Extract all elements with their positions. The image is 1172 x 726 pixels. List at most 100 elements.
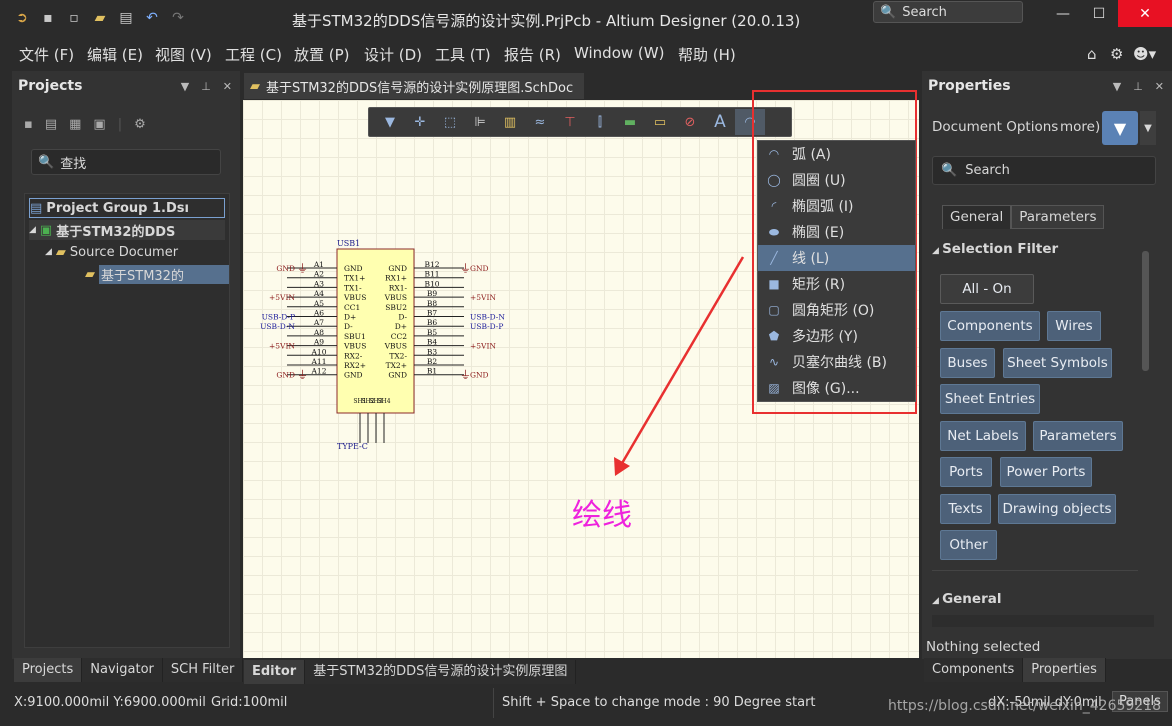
projects-search-input[interactable]: 🔍 查找 [31, 149, 221, 175]
undo-icon[interactable]: ↶ [142, 8, 162, 28]
pin-icon[interactable]: ⊥ [1133, 80, 1143, 93]
project-options-icon[interactable]: ▦ [69, 117, 81, 132]
menu-item-rectangle[interactable]: ■ 矩形 (R) [758, 271, 915, 297]
filter-other-button[interactable]: Other [940, 530, 997, 560]
tab-schematic-name[interactable]: 基于STM32的DDS信号源的设计实例原理图 [305, 660, 577, 684]
port-icon[interactable]: ▭ [645, 109, 675, 135]
menu-place[interactable]: 放置 (P) [294, 44, 350, 65]
open-project-icon[interactable]: ▤ [116, 8, 136, 28]
menu-view[interactable]: 视图 (V) [155, 44, 212, 65]
user-icon[interactable]: ☻▾ [1133, 45, 1156, 63]
filter-texts-button[interactable]: Texts [940, 494, 991, 524]
menu-item-label: 圆角矩形 (O) [792, 303, 875, 319]
filter-net-labels-button[interactable]: Net Labels [940, 421, 1026, 451]
filter-wires-button[interactable]: Wires [1047, 311, 1101, 341]
menu-item-polygon[interactable]: ⬟ 多边形 (Y) [758, 323, 915, 349]
menu-design[interactable]: 设计 (D) [364, 44, 422, 65]
open-folder-icon[interactable]: ▰ [90, 8, 110, 28]
settings-icon[interactable]: ⚙ [134, 117, 146, 132]
menu-item-round-rectangle[interactable]: ▢ 圆角矩形 (O) [758, 297, 915, 323]
menu-tools[interactable]: 工具 (T) [435, 44, 491, 65]
altium-logo-icon: ➲ [16, 10, 28, 26]
filter-ports-button[interactable]: Ports [940, 457, 992, 487]
menu-item-label: 图像 (G)... [792, 381, 860, 397]
close-button[interactable]: ✕ [1118, 0, 1172, 27]
filter-components-button[interactable]: Components [940, 311, 1040, 341]
menu-item-label: 矩形 (R) [792, 277, 846, 293]
home-icon[interactable]: ⌂ [1087, 45, 1097, 63]
filter-sheet-entries-button[interactable]: Sheet Entries [940, 384, 1040, 414]
sheet-symbol-icon[interactable]: ▬ [615, 109, 645, 135]
no-erc-icon[interactable]: ⊘ [675, 109, 705, 135]
editor-bottom-tabs: Editor 基于STM32的DDS信号源的设计实例原理图 [244, 660, 577, 684]
select-area-icon[interactable]: ⬚ [435, 109, 465, 135]
tab-projects[interactable]: Projects [14, 658, 83, 682]
tab-properties[interactable]: Properties [1023, 658, 1106, 682]
save-all-icon[interactable]: ▫ [64, 8, 84, 28]
properties-hscroll[interactable] [932, 615, 1154, 627]
bezier-icon: ∿ [768, 355, 780, 369]
menu-item-label: 圆圈 (U) [792, 173, 846, 189]
menu-item-label: 多边形 (Y) [792, 329, 858, 345]
menu-item-arc[interactable]: ◠ 弧 (A) [758, 141, 915, 167]
menu-item-ellipse[interactable]: ⬬ 椭圆 (E) [758, 219, 915, 245]
power-port-icon[interactable]: ⊤ [555, 109, 585, 135]
menu-item-bezier[interactable]: ∿ 贝塞尔曲线 (B) [758, 349, 915, 375]
redo-icon[interactable]: ↷ [168, 8, 188, 28]
menu-item-circle[interactable]: ◯ 圆圈 (U) [758, 167, 915, 193]
tab-navigator[interactable]: Navigator [82, 658, 163, 682]
gear-icon[interactable]: ⚙ [1110, 45, 1123, 63]
tab-parameters[interactable]: Parameters [1011, 205, 1105, 229]
filter-power-ports-button[interactable]: Power Ports [1000, 457, 1092, 487]
expand-icon[interactable]: ◢ [45, 247, 52, 257]
menu-edit[interactable]: 编辑 (E) [87, 44, 143, 65]
menu-project[interactable]: 工程 (C) [225, 44, 282, 65]
place-wire-icon[interactable]: ≈ [525, 109, 555, 135]
panel-close-icon[interactable]: ✕ [223, 80, 232, 93]
filter-button[interactable]: ▼ [1102, 111, 1138, 145]
tab-components[interactable]: Components [924, 658, 1024, 682]
global-search[interactable]: 🔍 Search [873, 1, 1023, 23]
menu-window[interactable]: Window (W) [574, 44, 664, 62]
selection-filter-header[interactable]: ◢ Selection Filter [932, 241, 1058, 257]
tab-general[interactable]: General [942, 205, 1012, 229]
general-section-header[interactable]: ◢ General [932, 591, 1001, 607]
text-icon[interactable]: A [705, 109, 735, 135]
expand-icon[interactable]: ◢ [29, 225, 36, 235]
filter-icon[interactable]: ▼ [375, 109, 405, 135]
place-part-icon[interactable]: ▥ [495, 109, 525, 135]
filter-drawing-objects-button[interactable]: Drawing objects [998, 494, 1116, 524]
filter-sheet-symbols-button[interactable]: Sheet Symbols [1003, 348, 1112, 378]
tree-item-project[interactable]: ◢ ▣ 基于STM32的DDS [29, 220, 225, 240]
menu-item-line[interactable]: ╱ 线 (L) [758, 245, 915, 271]
menu-reports[interactable]: 报告 (R) [504, 44, 561, 65]
tree-item-schematic-doc[interactable]: ▰ 基于STM32的 [85, 264, 235, 284]
tree-item-project-group[interactable]: ▤ Project Group 1.Dsı [29, 198, 225, 218]
properties-search-input[interactable]: 🔍 Search [932, 156, 1156, 185]
pin-icon[interactable]: ⊥ [201, 80, 211, 93]
tab-sch-filter[interactable]: SCH Filter [162, 658, 244, 682]
filter-buses-button[interactable]: Buses [940, 348, 995, 378]
tab-editor[interactable]: Editor [244, 660, 306, 684]
filter-all-on-button[interactable]: All - On [940, 274, 1034, 304]
panel-menu-icon[interactable]: ▼ [1113, 80, 1121, 93]
document-tab[interactable]: ▰ 基于STM32的DDS信号源的设计实例原理图.SchDoc [244, 73, 584, 99]
menu-help[interactable]: 帮助 (H) [678, 44, 736, 65]
compile-icon[interactable]: ▤ [45, 117, 57, 132]
panel-close-icon[interactable]: ✕ [1155, 80, 1164, 93]
open-document-icon[interactable]: ▣ [93, 117, 105, 132]
properties-scrollbar[interactable] [1142, 251, 1149, 371]
save-icon[interactable]: ▪ [38, 8, 58, 28]
align-icon[interactable]: ⊫ [465, 109, 495, 135]
menu-item-image[interactable]: ▨ 图像 (G)... [758, 375, 915, 401]
filter-dropdown-button[interactable]: ▼ [1140, 111, 1156, 145]
filter-parameters-button[interactable]: Parameters [1033, 421, 1123, 451]
menu-item-elliptical-arc[interactable]: ◜ 椭圆弧 (I) [758, 193, 915, 219]
save-project-icon[interactable]: ▪ [24, 117, 33, 132]
harness-icon[interactable]: ⫿ [585, 109, 615, 135]
move-icon[interactable]: ✛ [405, 109, 435, 135]
project-tree: ▤ Project Group 1.Dsı ◢ ▣ 基于STM32的DDS ◢ … [24, 193, 230, 648]
menu-file[interactable]: 文件 (F) [19, 44, 74, 65]
panel-menu-icon[interactable]: ▼ [181, 80, 189, 93]
tree-item-source-documents[interactable]: ◢ ▰ Source Documer [45, 242, 225, 262]
